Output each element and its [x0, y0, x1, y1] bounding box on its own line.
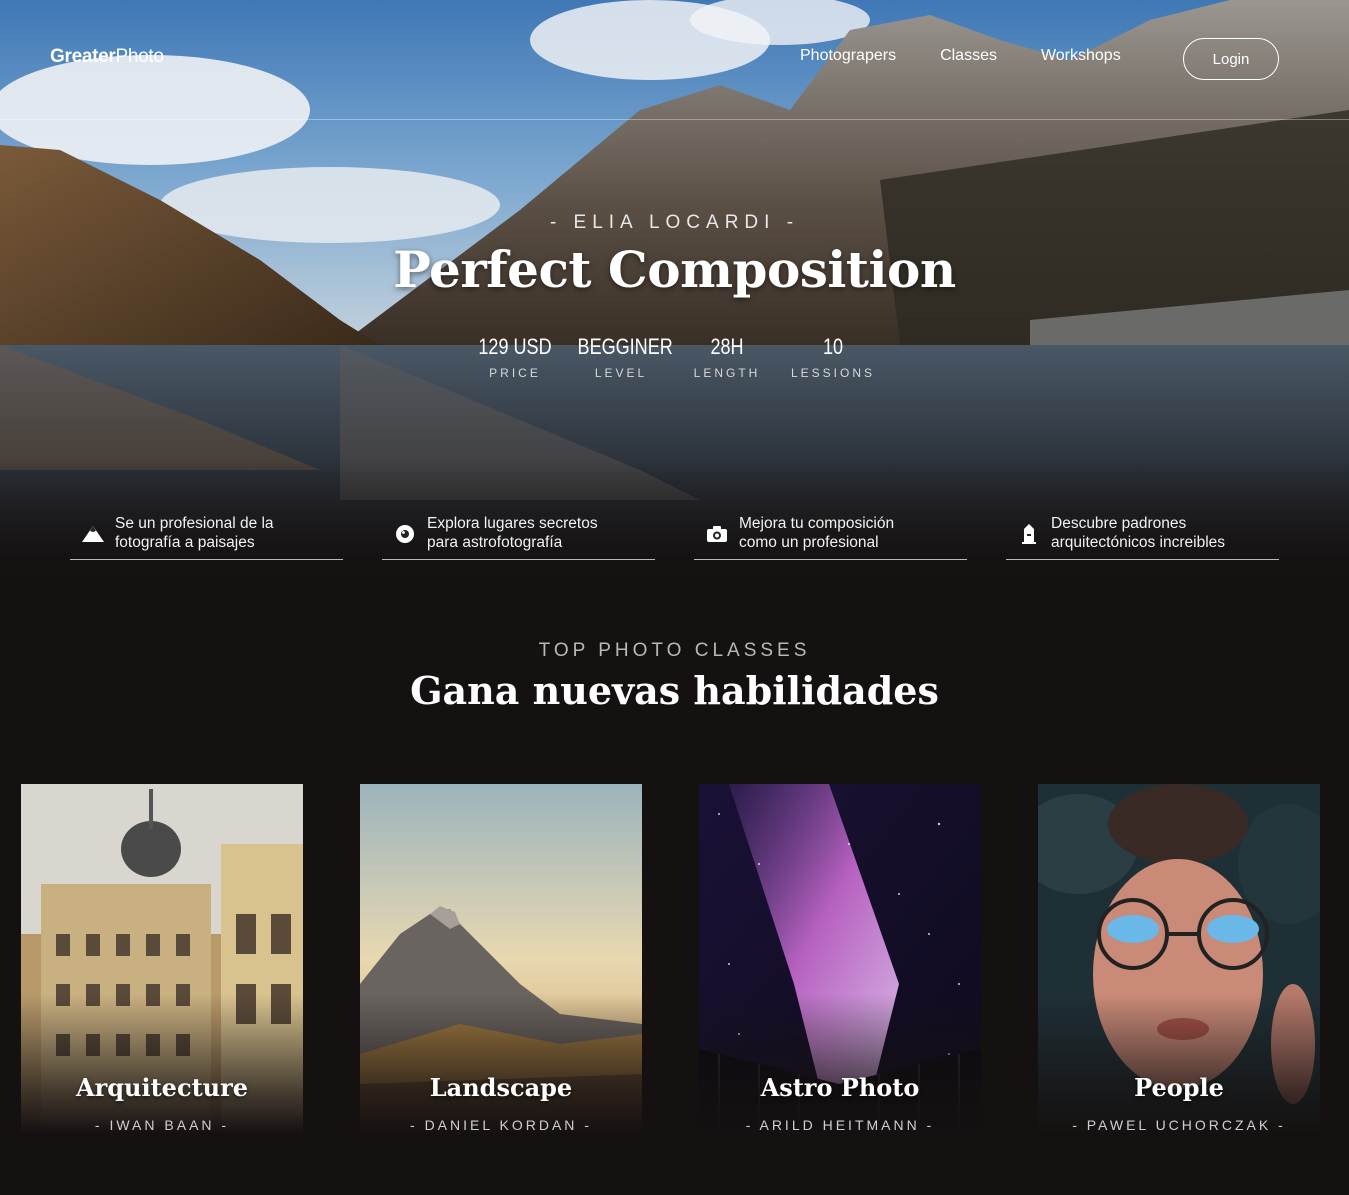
stat-value: 10 — [822, 334, 844, 359]
nav-link-classes[interactable]: Classes — [940, 47, 997, 65]
section-title: Gana nuevas habilidades — [410, 668, 939, 713]
class-cards: Arquitecture - IWAN BAAN - Landscape - D… — [21, 784, 1320, 1134]
stat-price: 129 USD PRICE — [462, 334, 568, 380]
top-navigation: GreaterPhoto Photograpers Classes Worksh… — [0, 0, 1349, 120]
feature-item-astro[interactable]: Explora lugares secretos para astrofotogr… — [382, 514, 655, 560]
hero-section: GreaterPhoto Photograpers Classes Worksh… — [0, 0, 1349, 600]
course-stats: 129 USD PRICE BEGGINER LEVEL 28H LENGTH … — [462, 334, 886, 380]
class-card-title: Arquitecture — [75, 1073, 249, 1102]
feature-item-composition[interactable]: Mejora tu composición como un profesional — [694, 514, 967, 560]
class-card-author: - DANIEL KORDAN - — [410, 1117, 592, 1133]
camera-icon — [694, 514, 739, 554]
feature-list: Se un profesional de la fotografía a pais… — [70, 514, 1279, 560]
feature-text: Se un profesional de la fotografía a pais… — [115, 515, 274, 551]
hero-author: - ELIA LOCARDI - — [549, 212, 800, 233]
section-kicker: TOP PHOTO CLASSES — [538, 640, 811, 661]
stat-label: LENGTH — [693, 366, 761, 380]
hero-title: Perfect Composition — [393, 240, 956, 299]
stat-lessons: 10 LESSIONS — [780, 334, 886, 380]
class-card-architecture[interactable]: Arquitecture - IWAN BAAN - — [21, 784, 303, 1134]
class-card-title: Astro Photo — [760, 1073, 920, 1102]
feature-text: Explora lugares secretos para astrofotogr… — [427, 515, 598, 551]
class-card-author: - PAWEL UCHORCZAK - — [1072, 1117, 1286, 1133]
class-card-people[interactable]: People - PAWEL UCHORCZAK - — [1038, 784, 1320, 1134]
class-card-title: Landscape — [429, 1073, 573, 1102]
logo-bold-text: Greater — [50, 46, 116, 67]
stat-label: PRICE — [489, 366, 541, 380]
stat-value: 28H — [710, 334, 744, 359]
mountain-icon — [70, 514, 115, 554]
class-card-landscape[interactable]: Landscape - DANIEL KORDAN - — [360, 784, 642, 1134]
feature-item-architecture[interactable]: Descubre padrones arquitectónicos increib… — [1006, 514, 1279, 560]
stat-label: LEVEL — [594, 366, 648, 380]
feature-item-landscape[interactable]: Se un profesional de la fotografía a pais… — [70, 514, 343, 560]
stat-label: LESSIONS — [790, 366, 876, 380]
feature-text: Mejora tu composición como un profesional — [739, 515, 895, 551]
class-card-author: - IWAN BAAN - — [94, 1117, 230, 1133]
nav-links: Photograpers Classes Workshops — [800, 47, 1121, 65]
class-card-author: - ARILD HEITMANN - — [745, 1117, 935, 1133]
lens-icon — [382, 514, 427, 554]
stat-level: BEGGINER LEVEL — [568, 334, 674, 380]
stat-length: 28H LENGTH — [674, 334, 780, 380]
site-logo[interactable]: GreaterPhoto — [50, 46, 164, 68]
building-icon — [1006, 514, 1051, 554]
logo-light-text: Photo — [115, 46, 164, 67]
stat-value: 129 USD — [478, 334, 552, 359]
feature-text: Descubre padrones arquitectónicos increib… — [1051, 515, 1226, 551]
nav-link-workshops[interactable]: Workshops — [1041, 47, 1121, 65]
nav-link-photographers[interactable]: Photograpers — [800, 47, 896, 65]
stat-value: BEGGINER — [577, 334, 673, 359]
class-card-astro[interactable]: Astro Photo - ARILD HEITMANN - — [699, 784, 981, 1134]
hero-heading: - ELIA LOCARDI - Perfect Composition — [0, 212, 1349, 299]
login-button[interactable]: Login — [1183, 38, 1279, 80]
class-card-title: People — [1134, 1073, 1224, 1102]
